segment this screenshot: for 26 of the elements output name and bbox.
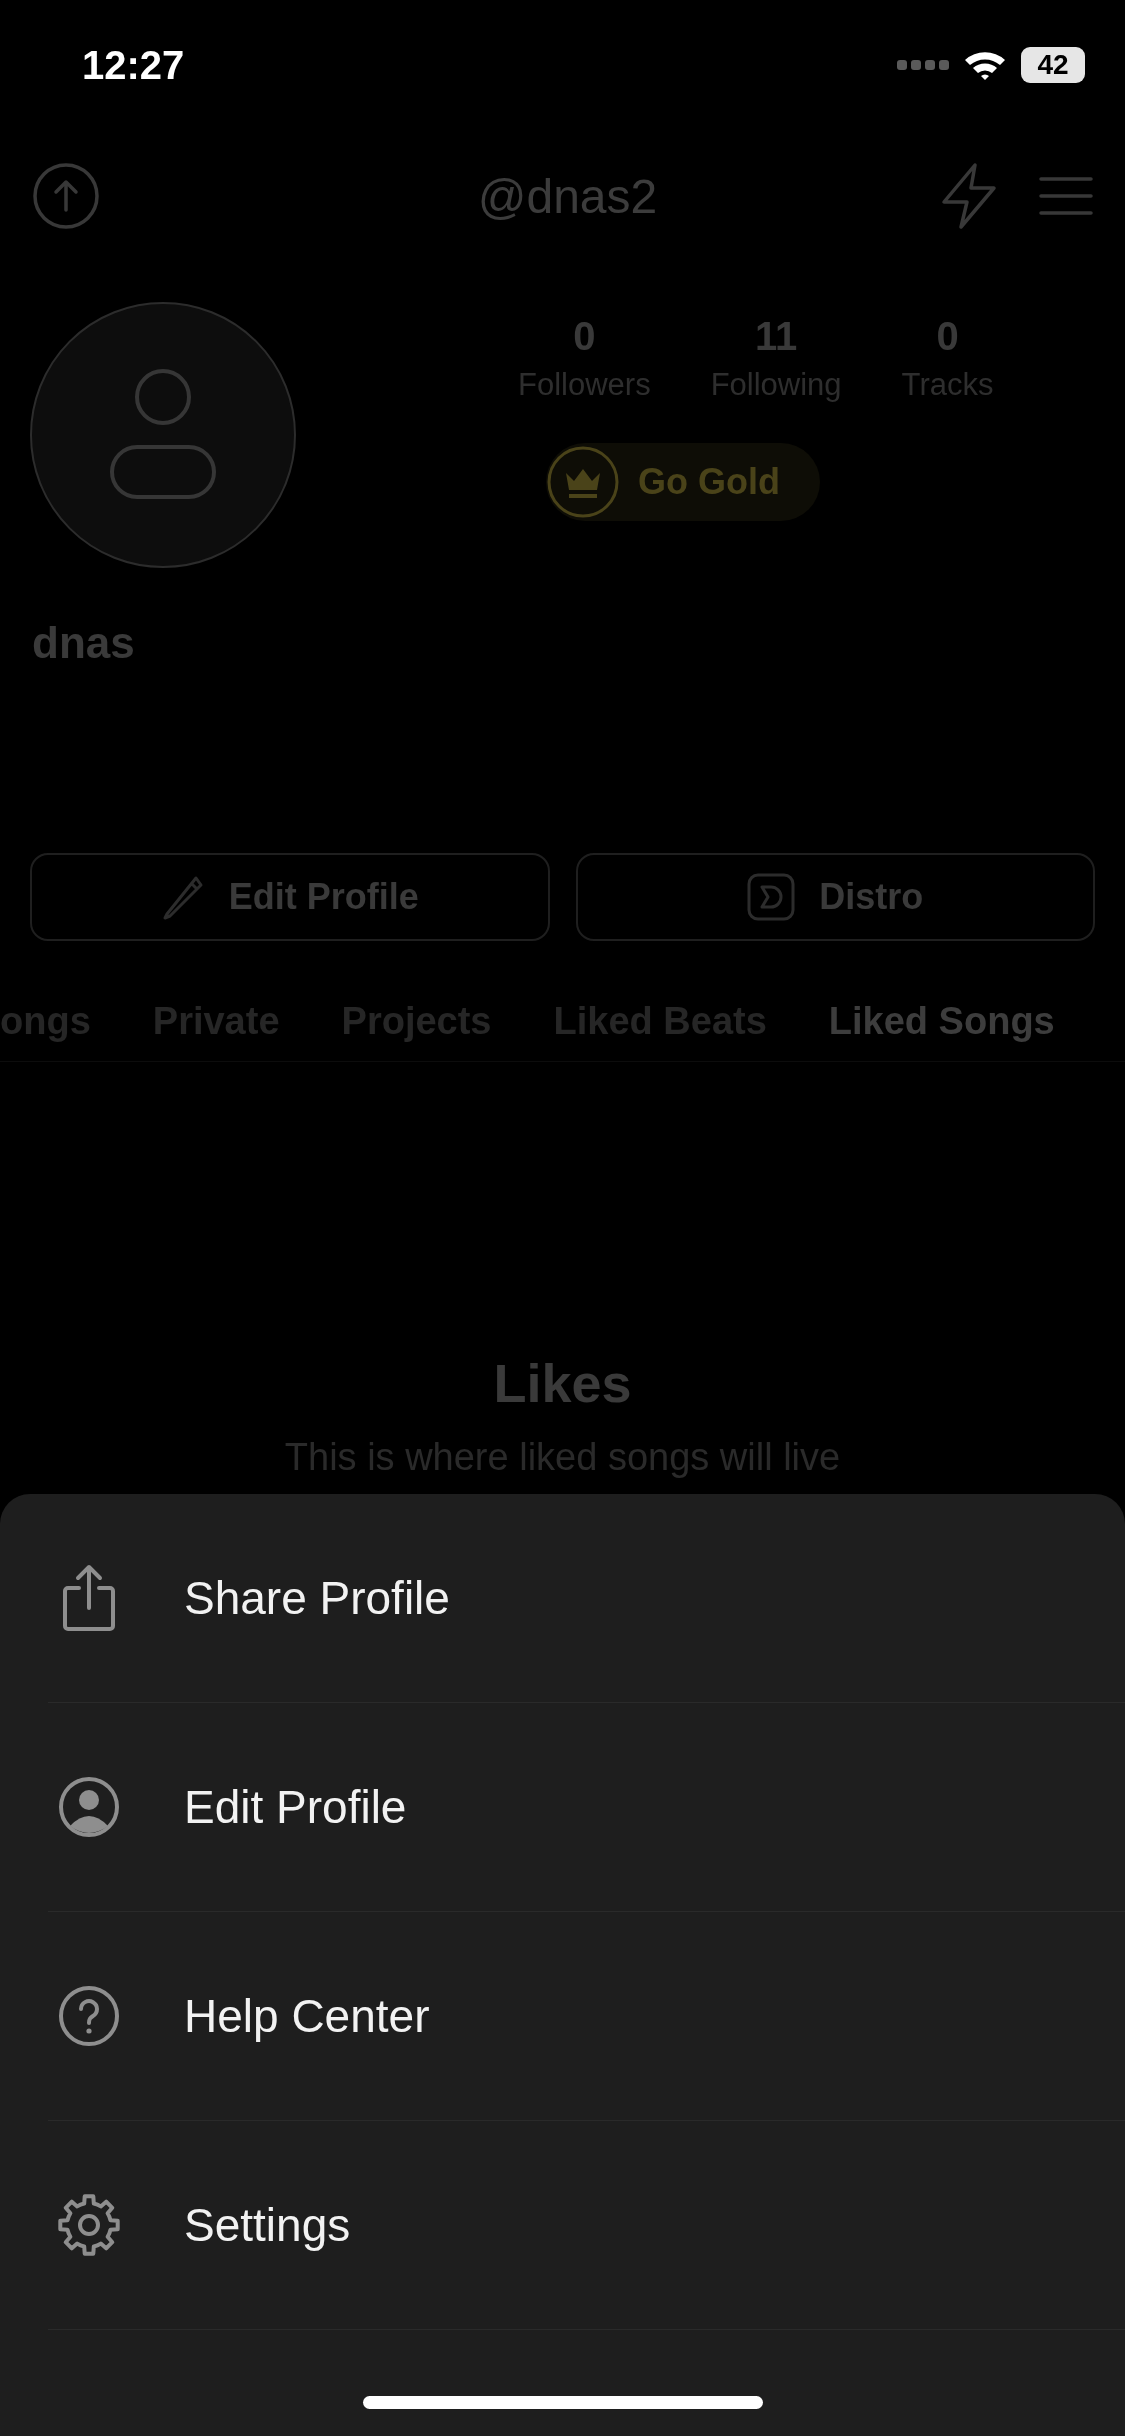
crown-icon (546, 445, 620, 519)
profile-tab[interactable]: Liked Songs (828, 991, 1055, 1051)
lightning-icon[interactable] (939, 162, 999, 230)
profile-action-button[interactable]: Edit Profile (30, 853, 550, 941)
distro-logo-icon (747, 873, 796, 921)
status-time: 12:27 (82, 42, 185, 88)
menu-item[interactable]: Share Profile (48, 1494, 1125, 1703)
battery-indicator: 42 (1021, 47, 1085, 83)
profile-action-button[interactable]: Distro (575, 853, 1095, 941)
username-title: @dnas2 (477, 168, 658, 224)
stat-count: 0 (573, 314, 596, 359)
signal-icon (897, 58, 949, 72)
menu-item[interactable]: Edit Profile (48, 1703, 1125, 1912)
menu-item[interactable]: Settings (48, 2121, 1125, 2330)
profile-icon (58, 1776, 120, 1838)
empty-title: Likes (493, 1352, 632, 1414)
share-icon (62, 1564, 116, 1632)
menu-item[interactable]: Help Center (48, 1912, 1125, 2121)
help-icon (58, 1985, 120, 2047)
display-name: dnas (31, 617, 136, 668)
upload-icon[interactable] (32, 162, 100, 230)
upgrade-button[interactable]: Go Gold (546, 443, 820, 521)
menu-icon[interactable] (1039, 176, 1093, 216)
stat-count: 11 (755, 314, 798, 359)
stat-count: 0 (936, 314, 959, 359)
settings-icon (57, 2193, 121, 2257)
